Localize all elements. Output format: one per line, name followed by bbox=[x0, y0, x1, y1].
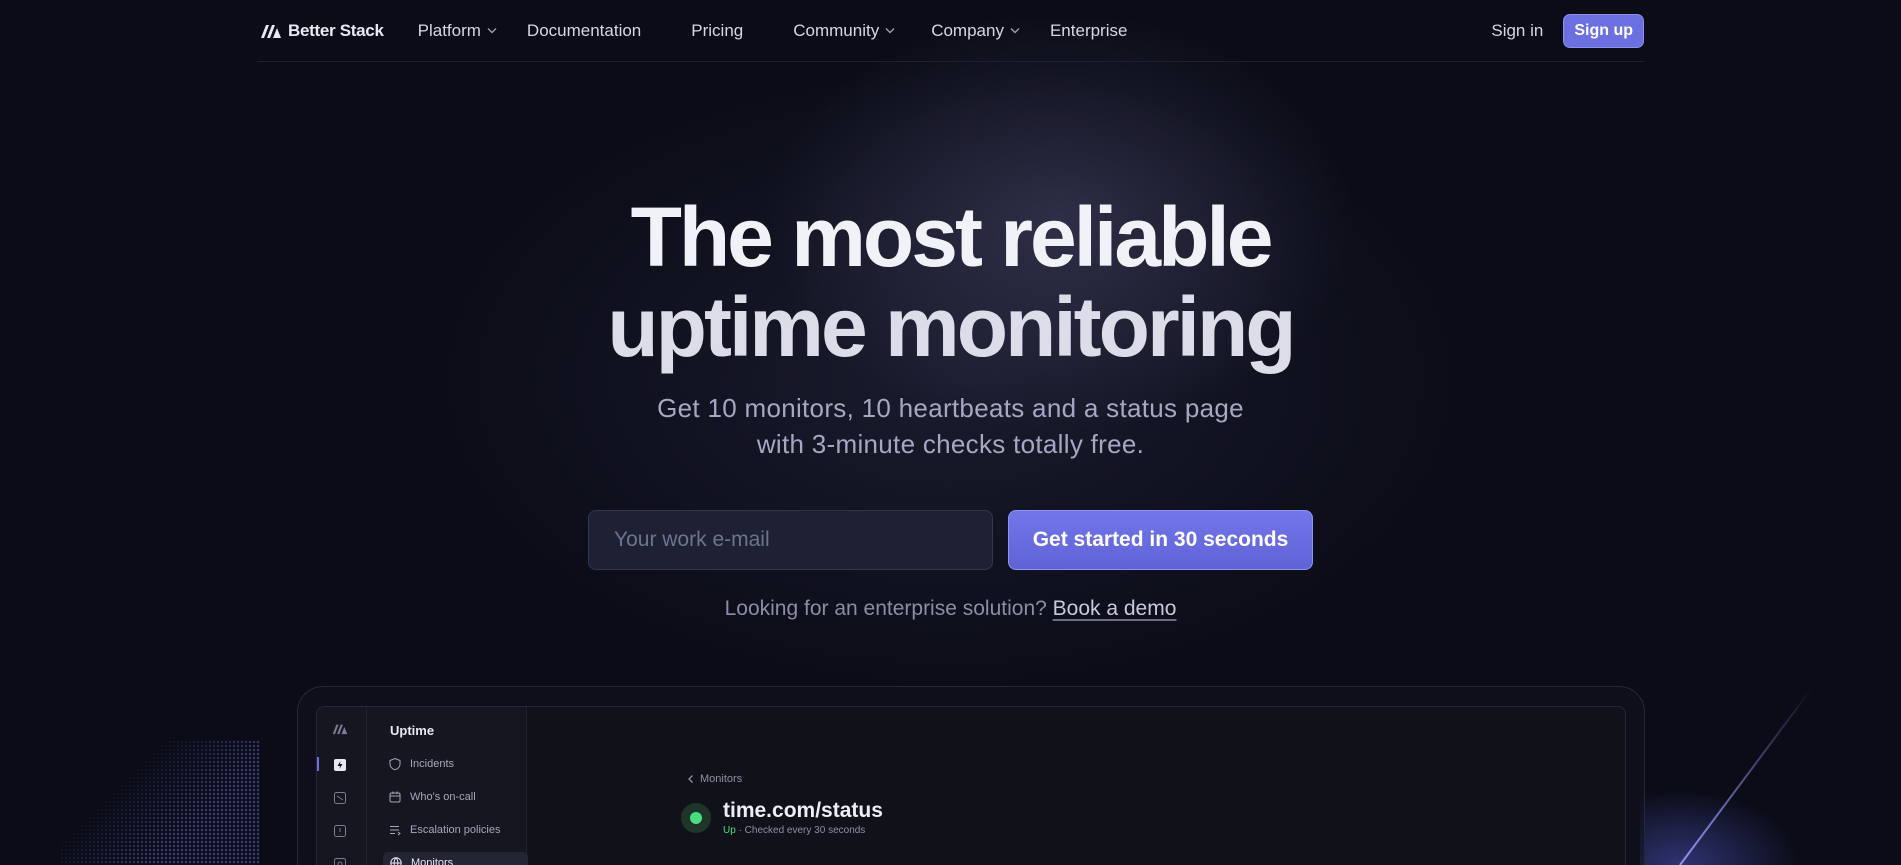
nav-item-label: Pricing bbox=[691, 20, 744, 40]
get-started-button[interactable]: Get started in 30 seconds bbox=[1008, 510, 1313, 570]
calendar-icon bbox=[389, 791, 401, 803]
nav-item-community[interactable]: Community bbox=[793, 21, 895, 41]
hero-title-line2: uptime monitoring bbox=[607, 280, 1296, 374]
enterprise-prompt: Looking for an enterprise solution? Book… bbox=[0, 597, 1901, 621]
nav-item-label: Community bbox=[793, 20, 880, 40]
sidebar-item-monitors[interactable]: Monitors bbox=[383, 852, 528, 865]
status-indicator bbox=[681, 803, 711, 833]
light-beam-decoration bbox=[1640, 687, 1840, 865]
sidebar-item-escalation-policies[interactable]: Escalation policies bbox=[388, 823, 501, 837]
better-stack-logo-icon bbox=[332, 724, 348, 735]
nav-auth: Sign in Sign up bbox=[1491, 13, 1644, 48]
book-demo-link[interactable]: Book a demo bbox=[1053, 597, 1177, 620]
sign-up-button[interactable]: Sign up bbox=[1563, 13, 1644, 48]
chevron-down-icon bbox=[1010, 28, 1020, 34]
logo[interactable]: Better Stack bbox=[260, 21, 384, 41]
top-nav: Better Stack Platform Documentation Pric… bbox=[257, 0, 1644, 62]
product-preview: Uptime Incidents Who's on-call Escalatio… bbox=[316, 706, 1626, 865]
status-up-dot bbox=[690, 812, 702, 824]
app-icon-rail bbox=[317, 707, 367, 865]
logs-app-icon[interactable] bbox=[332, 790, 348, 806]
hero-subtitle: Get 10 monitors, 10 heartbeats and a sta… bbox=[0, 390, 1901, 462]
chevron-left-icon bbox=[688, 775, 693, 783]
nav-item-label: Enterprise bbox=[1049, 20, 1128, 40]
monitor-status: Up bbox=[723, 825, 736, 836]
nav-item-company[interactable]: Company bbox=[931, 21, 1020, 41]
monitor-title: time.com/status bbox=[723, 799, 883, 822]
chevron-down-icon bbox=[487, 28, 497, 34]
dot-pattern-decoration bbox=[60, 740, 260, 865]
alert-app-icon[interactable] bbox=[332, 823, 348, 839]
sidebar-item-label: Incidents bbox=[410, 758, 455, 770]
nav-item-documentation[interactable]: Documentation bbox=[527, 21, 641, 41]
sidebar-item-incidents[interactable]: Incidents bbox=[388, 757, 454, 771]
active-indicator bbox=[317, 757, 319, 771]
sidebar-item-label: Who's on-call bbox=[410, 791, 476, 803]
email-field[interactable]: Your work e-mail bbox=[588, 510, 993, 570]
sidebar-item-label: Escalation policies bbox=[410, 824, 501, 836]
shield-icon bbox=[389, 757, 401, 771]
enterprise-text: Looking for an enterprise solution? bbox=[724, 597, 1047, 620]
nav-menu: Platform Documentation Pricing Community… bbox=[418, 21, 1128, 41]
monitor-check-interval: · Checked every 30 seconds bbox=[738, 825, 866, 836]
hero-title: The most reliable uptime monitoring bbox=[0, 192, 1901, 372]
nav-item-enterprise[interactable]: Enterprise bbox=[1050, 21, 1127, 41]
hero-subtitle-line2: with 3-minute checks totally free. bbox=[756, 429, 1145, 459]
breadcrumb[interactable]: Monitors bbox=[687, 773, 742, 785]
chevron-down-icon bbox=[885, 28, 895, 34]
better-stack-logo-icon bbox=[261, 24, 281, 38]
nav-item-label: Company bbox=[931, 20, 1004, 40]
sidebar-item-on-call[interactable]: Who's on-call bbox=[388, 790, 476, 804]
uptime-app-icon[interactable] bbox=[332, 757, 348, 773]
sign-in-link[interactable]: Sign in bbox=[1491, 21, 1543, 41]
monitor-subtitle: Up · Checked every 30 seconds bbox=[723, 825, 865, 836]
nav-item-pricing[interactable]: Pricing bbox=[691, 21, 743, 41]
nav-item-label: Documentation bbox=[526, 20, 642, 40]
email-placeholder: Your work e-mail bbox=[614, 528, 770, 551]
nav-item-label: Platform bbox=[417, 20, 481, 40]
sidebar-title: Uptime bbox=[390, 723, 435, 738]
globe-icon bbox=[390, 857, 402, 865]
breadcrumb-label: Monitors bbox=[700, 773, 743, 785]
nav-item-platform[interactable]: Platform bbox=[418, 21, 497, 41]
settings-app-icon[interactable] bbox=[332, 856, 348, 865]
list-icon bbox=[390, 826, 401, 836]
sidebar-item-label: Monitors bbox=[411, 857, 454, 865]
hero-title-line1: The most reliable bbox=[630, 190, 1274, 284]
app-sidebar: Uptime Incidents Who's on-call Escalatio… bbox=[367, 707, 528, 865]
logo-text: Better Stack bbox=[288, 20, 384, 40]
hero-subtitle-line1: Get 10 monitors, 10 heartbeats and a sta… bbox=[657, 393, 1244, 423]
